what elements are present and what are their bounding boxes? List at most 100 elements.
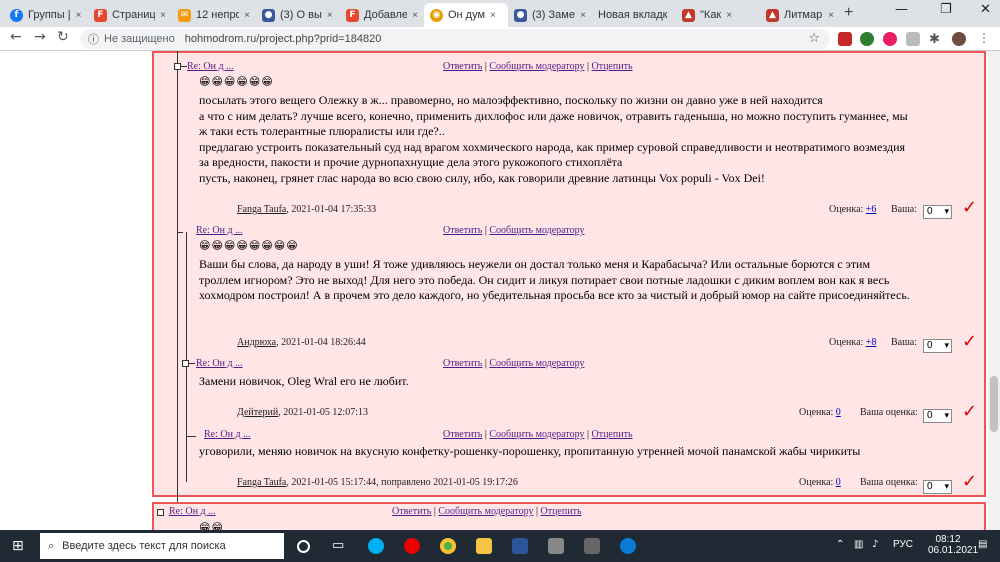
tab-9[interactable]: ▲ Литмарк × — [760, 3, 840, 27]
bookmark-star-icon[interactable]: ☆ — [808, 31, 820, 46]
address-bar[interactable]: ⓘ Не защищено hohmodrom.ru/project.php?p… — [80, 29, 830, 49]
close-icon[interactable]: × — [244, 10, 250, 21]
menu-icon[interactable]: ⋮ — [978, 31, 990, 45]
close-window-icon[interactable]: ✕ — [980, 2, 991, 17]
network-icon[interactable]: ▥ — [854, 539, 863, 550]
report-link[interactable]: Сообщить модератору — [489, 61, 584, 72]
scrollbar[interactable] — [988, 51, 1000, 530]
collapse-icon[interactable] — [174, 63, 181, 70]
collapse-icon[interactable] — [182, 360, 189, 367]
report-link[interactable]: Сообщить модератору — [489, 358, 584, 369]
file-explorer-icon[interactable] — [476, 538, 492, 554]
author-link[interactable]: Fanga Taufa — [237, 204, 286, 215]
taskbar-search[interactable]: ⌕ Введите здесь текст для поиска — [40, 533, 284, 559]
extensions-puzzle-icon[interactable]: ✱ — [929, 32, 943, 47]
cortana-icon[interactable] — [297, 540, 310, 553]
edge-icon[interactable] — [620, 538, 636, 554]
detach-link[interactable]: Отцепить — [540, 506, 581, 517]
comment-link[interactable]: Re: Он д ... — [196, 225, 243, 236]
reload-icon[interactable]: ↻ — [57, 29, 69, 45]
rating-select[interactable]: 0 — [923, 480, 952, 494]
tab-2[interactable]: ✉ 12 непро × — [172, 3, 256, 27]
detach-link[interactable]: Отцепить — [591, 61, 632, 72]
tab-label: "Как — [700, 9, 722, 21]
tab-7[interactable]: Новая вкладк — [592, 3, 676, 27]
check-icon[interactable]: ✓ — [962, 331, 977, 352]
rating-value[interactable]: 0 — [836, 477, 841, 488]
volume-icon[interactable]: ♪ — [872, 539, 878, 550]
comment-header: Re: Он д ... — [196, 225, 243, 236]
chrome-icon[interactable] — [440, 538, 456, 554]
comment-link[interactable]: Re: Он д ... — [204, 429, 251, 440]
rating-value[interactable]: +8 — [866, 337, 877, 348]
language-indicator[interactable]: РУС — [893, 539, 913, 550]
close-icon[interactable]: × — [160, 10, 166, 21]
author-link[interactable]: Fanga Taufa — [237, 477, 286, 488]
close-icon[interactable]: × — [327, 10, 333, 21]
check-icon[interactable]: ✓ — [962, 401, 977, 422]
reply-link[interactable]: Ответить — [443, 429, 482, 440]
author-link[interactable]: Дейтерий — [237, 407, 278, 418]
windows-start-icon[interactable]: ⊞ — [12, 538, 24, 554]
report-link[interactable]: Сообщить модератору — [489, 429, 584, 440]
opera-icon[interactable] — [404, 538, 420, 554]
pinterest-icon[interactable] — [883, 32, 897, 46]
clock[interactable]: 08:12 06.01.2021 — [928, 534, 978, 556]
close-icon[interactable]: × — [412, 10, 418, 21]
tab-active[interactable]: ◉ Он дум × — [424, 3, 508, 27]
close-icon[interactable]: × — [490, 10, 496, 21]
close-icon[interactable]: × — [828, 10, 834, 21]
report-link[interactable]: Сообщить модератору — [438, 506, 533, 517]
scrollbar-thumb[interactable] — [990, 376, 998, 432]
app-icon[interactable] — [584, 538, 600, 554]
tab-label: (3) Замет — [532, 9, 576, 21]
detach-link[interactable]: Отцепить — [591, 429, 632, 440]
rating-select[interactable]: 0 — [923, 205, 952, 219]
comment-actions: Ответить | Сообщить модератору | Отцепит… — [392, 506, 582, 517]
rating-value[interactable]: +6 — [866, 204, 877, 215]
reply-link[interactable]: Ответить — [392, 506, 431, 517]
warning-icon: ⓘ — [88, 33, 99, 46]
comment-header: Re: Он д ... — [196, 358, 243, 369]
tab-8[interactable]: ▲ "Как × — [676, 3, 760, 27]
tab-3[interactable]: ● (3) О вы × — [256, 3, 340, 27]
rating-value[interactable]: 0 — [836, 407, 841, 418]
word-icon[interactable] — [512, 538, 528, 554]
skype-icon[interactable] — [368, 538, 384, 554]
emoji-row: 😁😁😁😁😁😁 — [199, 75, 274, 88]
collapse-icon[interactable] — [157, 509, 164, 516]
app-icon[interactable] — [548, 538, 564, 554]
rating-select[interactable]: 0 — [923, 409, 952, 423]
extension-icon[interactable] — [838, 32, 852, 46]
minimize-icon[interactable]: — — [895, 2, 908, 17]
back-icon[interactable]: ← — [10, 29, 22, 45]
reply-link[interactable]: Ответить — [443, 225, 482, 236]
reply-link[interactable]: Ответить — [443, 61, 482, 72]
comment-link[interactable]: Re: Он д ... — [169, 506, 216, 517]
close-icon[interactable]: × — [76, 10, 82, 21]
comment-link[interactable]: Re: Он д ... — [196, 358, 243, 369]
check-icon[interactable]: ✓ — [962, 471, 977, 492]
people-icon[interactable]: ⌃ — [836, 539, 844, 550]
tab-0[interactable]: f Группы | × — [4, 3, 88, 27]
task-view-icon[interactable]: ▭ — [332, 538, 348, 554]
notification-icon[interactable]: ▤ — [978, 539, 987, 550]
rating-select[interactable]: 0 — [923, 339, 952, 353]
reply-link[interactable]: Ответить — [443, 358, 482, 369]
restore-icon[interactable]: ❐ — [940, 2, 952, 17]
check-icon[interactable]: ✓ — [962, 197, 977, 218]
close-icon[interactable]: × — [580, 10, 586, 21]
tab-6[interactable]: ● (3) Замет × — [508, 3, 592, 27]
tab-4[interactable]: F Добавле × — [340, 3, 424, 27]
extension-icon[interactable] — [906, 32, 920, 46]
forward-icon[interactable]: → — [34, 29, 46, 45]
new-tab-button[interactable]: + — [844, 4, 853, 22]
comment-link[interactable]: Re: Он д ... — [187, 61, 234, 72]
comment-line: за вредности, пакости и прочие дурнопахн… — [199, 155, 623, 170]
close-icon[interactable]: × — [726, 10, 732, 21]
tab-1[interactable]: F Страниц × — [88, 3, 172, 27]
author-link[interactable]: Андрюха — [237, 337, 276, 348]
avatar[interactable] — [952, 32, 966, 46]
extension-check-icon[interactable] — [860, 32, 874, 46]
report-link[interactable]: Сообщить модератору — [489, 225, 584, 236]
